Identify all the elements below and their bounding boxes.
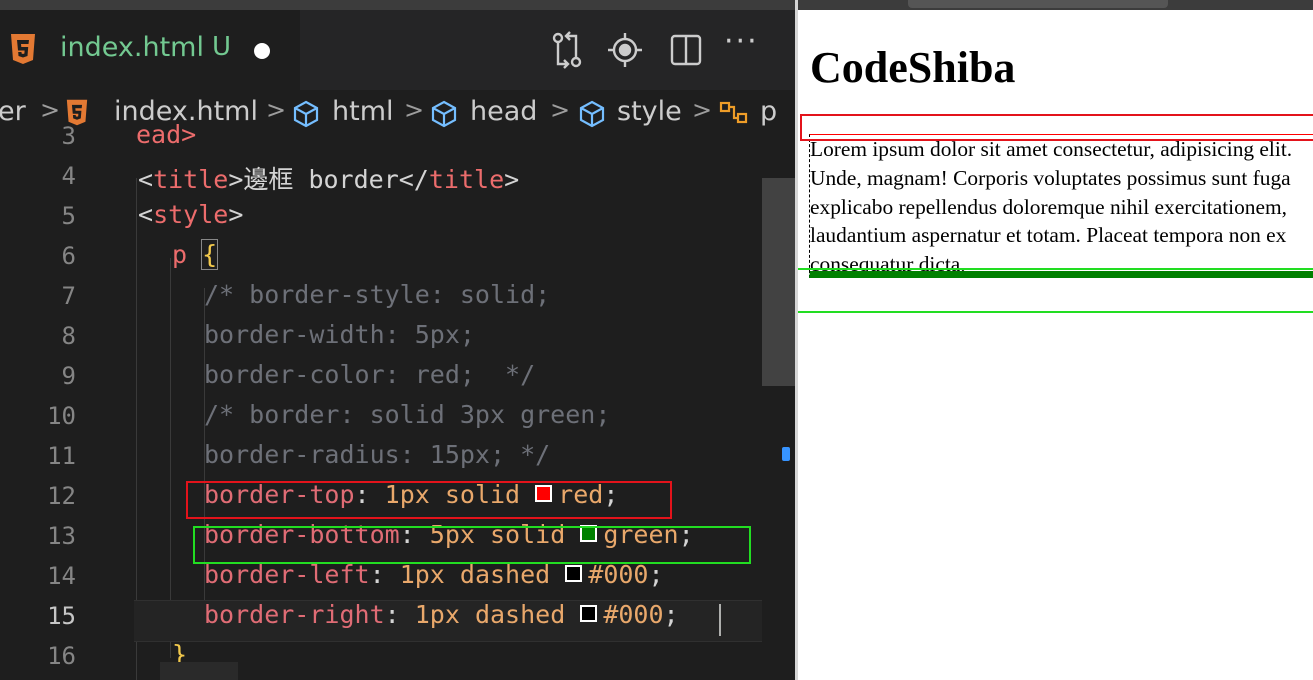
compare-changes-icon[interactable] — [548, 30, 588, 70]
go-live-icon[interactable] — [605, 30, 645, 70]
scrollbar-thumb[interactable] — [762, 178, 795, 386]
code-line[interactable]: 11 border-radius: 15px; */ — [0, 436, 795, 476]
code-line[interactable]: 3 ead> — [0, 116, 795, 156]
tab-index-html[interactable]: index.html U — [0, 10, 300, 90]
code-editor[interactable]: index.html U ··· er > index.html > html … — [0, 0, 795, 680]
unsaved-indicator[interactable] — [254, 43, 270, 59]
split-editor-icon[interactable] — [666, 30, 706, 70]
tab-filename: index.html — [60, 32, 204, 63]
annotation-box-border-top — [186, 481, 672, 519]
code-line[interactable]: 16 } — [0, 636, 795, 676]
code-line-current[interactable]: 15 border-right: 1px dashed #000; — [0, 596, 795, 636]
text-cursor — [719, 604, 721, 636]
code-line[interactable]: 8 border-width: 5px; — [0, 316, 795, 356]
editor-tab-bar: index.html U ··· — [0, 10, 795, 90]
code-line[interactable]: 10 /* border: solid 3px green; — [0, 396, 795, 436]
brace-highlight — [160, 662, 238, 680]
annotation-box-top-border — [800, 114, 1313, 141]
browser-preview: CodeShiba Lorem ipsum dolor sit amet con… — [795, 0, 1313, 680]
tab-git-status: U — [212, 32, 232, 62]
code-line[interactable]: 6 p { — [0, 236, 795, 276]
more-actions-icon[interactable]: ··· — [724, 24, 759, 59]
code-line[interactable]: 4 <title>邊框 border</title> — [0, 156, 795, 196]
demo-paragraph: Lorem ipsum dolor sit amet consectetur, … — [809, 134, 1313, 278]
scrollbar-cursor-marker — [782, 447, 790, 461]
color-swatch-black[interactable] — [565, 565, 583, 582]
address-bar[interactable] — [908, 0, 1168, 8]
code-line[interactable]: 5 <style> — [0, 196, 795, 236]
html5-icon — [11, 34, 35, 64]
page-heading: CodeShiba — [810, 43, 1016, 92]
annotation-box-bottom-border — [798, 268, 1313, 313]
color-swatch-black[interactable] — [580, 605, 598, 622]
code-area[interactable]: 3 ead> 4 <title>邊框 border</title> 5 <sty… — [0, 120, 795, 680]
title-bar — [0, 0, 795, 10]
annotation-box-border-bottom — [193, 526, 751, 564]
code-line[interactable]: 7 /* border-style: solid; — [0, 276, 795, 316]
code-line[interactable]: 9 border-color: red; */ — [0, 356, 795, 396]
